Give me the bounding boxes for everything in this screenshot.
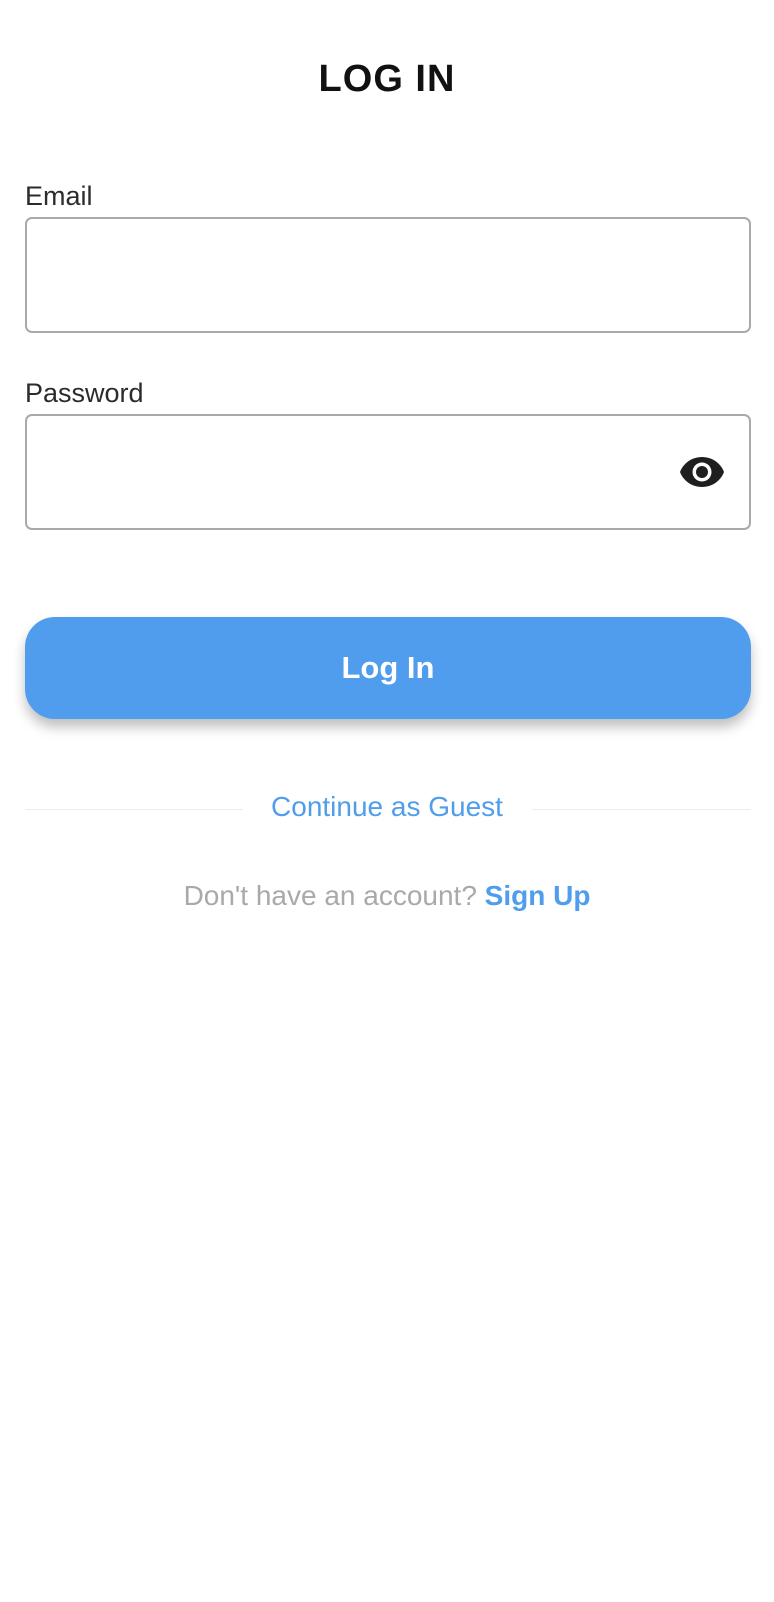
signup-link[interactable]: Sign Up [485,880,591,911]
login-button[interactable]: Log In [25,617,751,719]
eye-icon[interactable] [679,456,725,488]
signup-row: Don't have an account? Sign Up [0,880,774,912]
login-screen: LOG IN Email Password Log In Continue as… [0,0,774,1602]
signup-prompt: Don't have an account? [183,880,485,911]
email-field[interactable] [27,219,749,331]
continue-as-guest-row: Continue as Guest [0,791,774,823]
password-field-box[interactable] [25,414,751,530]
email-field-box[interactable] [25,217,751,333]
password-label: Password [25,378,144,408]
page-title: LOG IN [318,58,456,100]
password-field[interactable] [27,416,749,528]
email-label: Email [25,181,93,211]
continue-as-guest-link[interactable]: Continue as Guest [255,791,519,822]
